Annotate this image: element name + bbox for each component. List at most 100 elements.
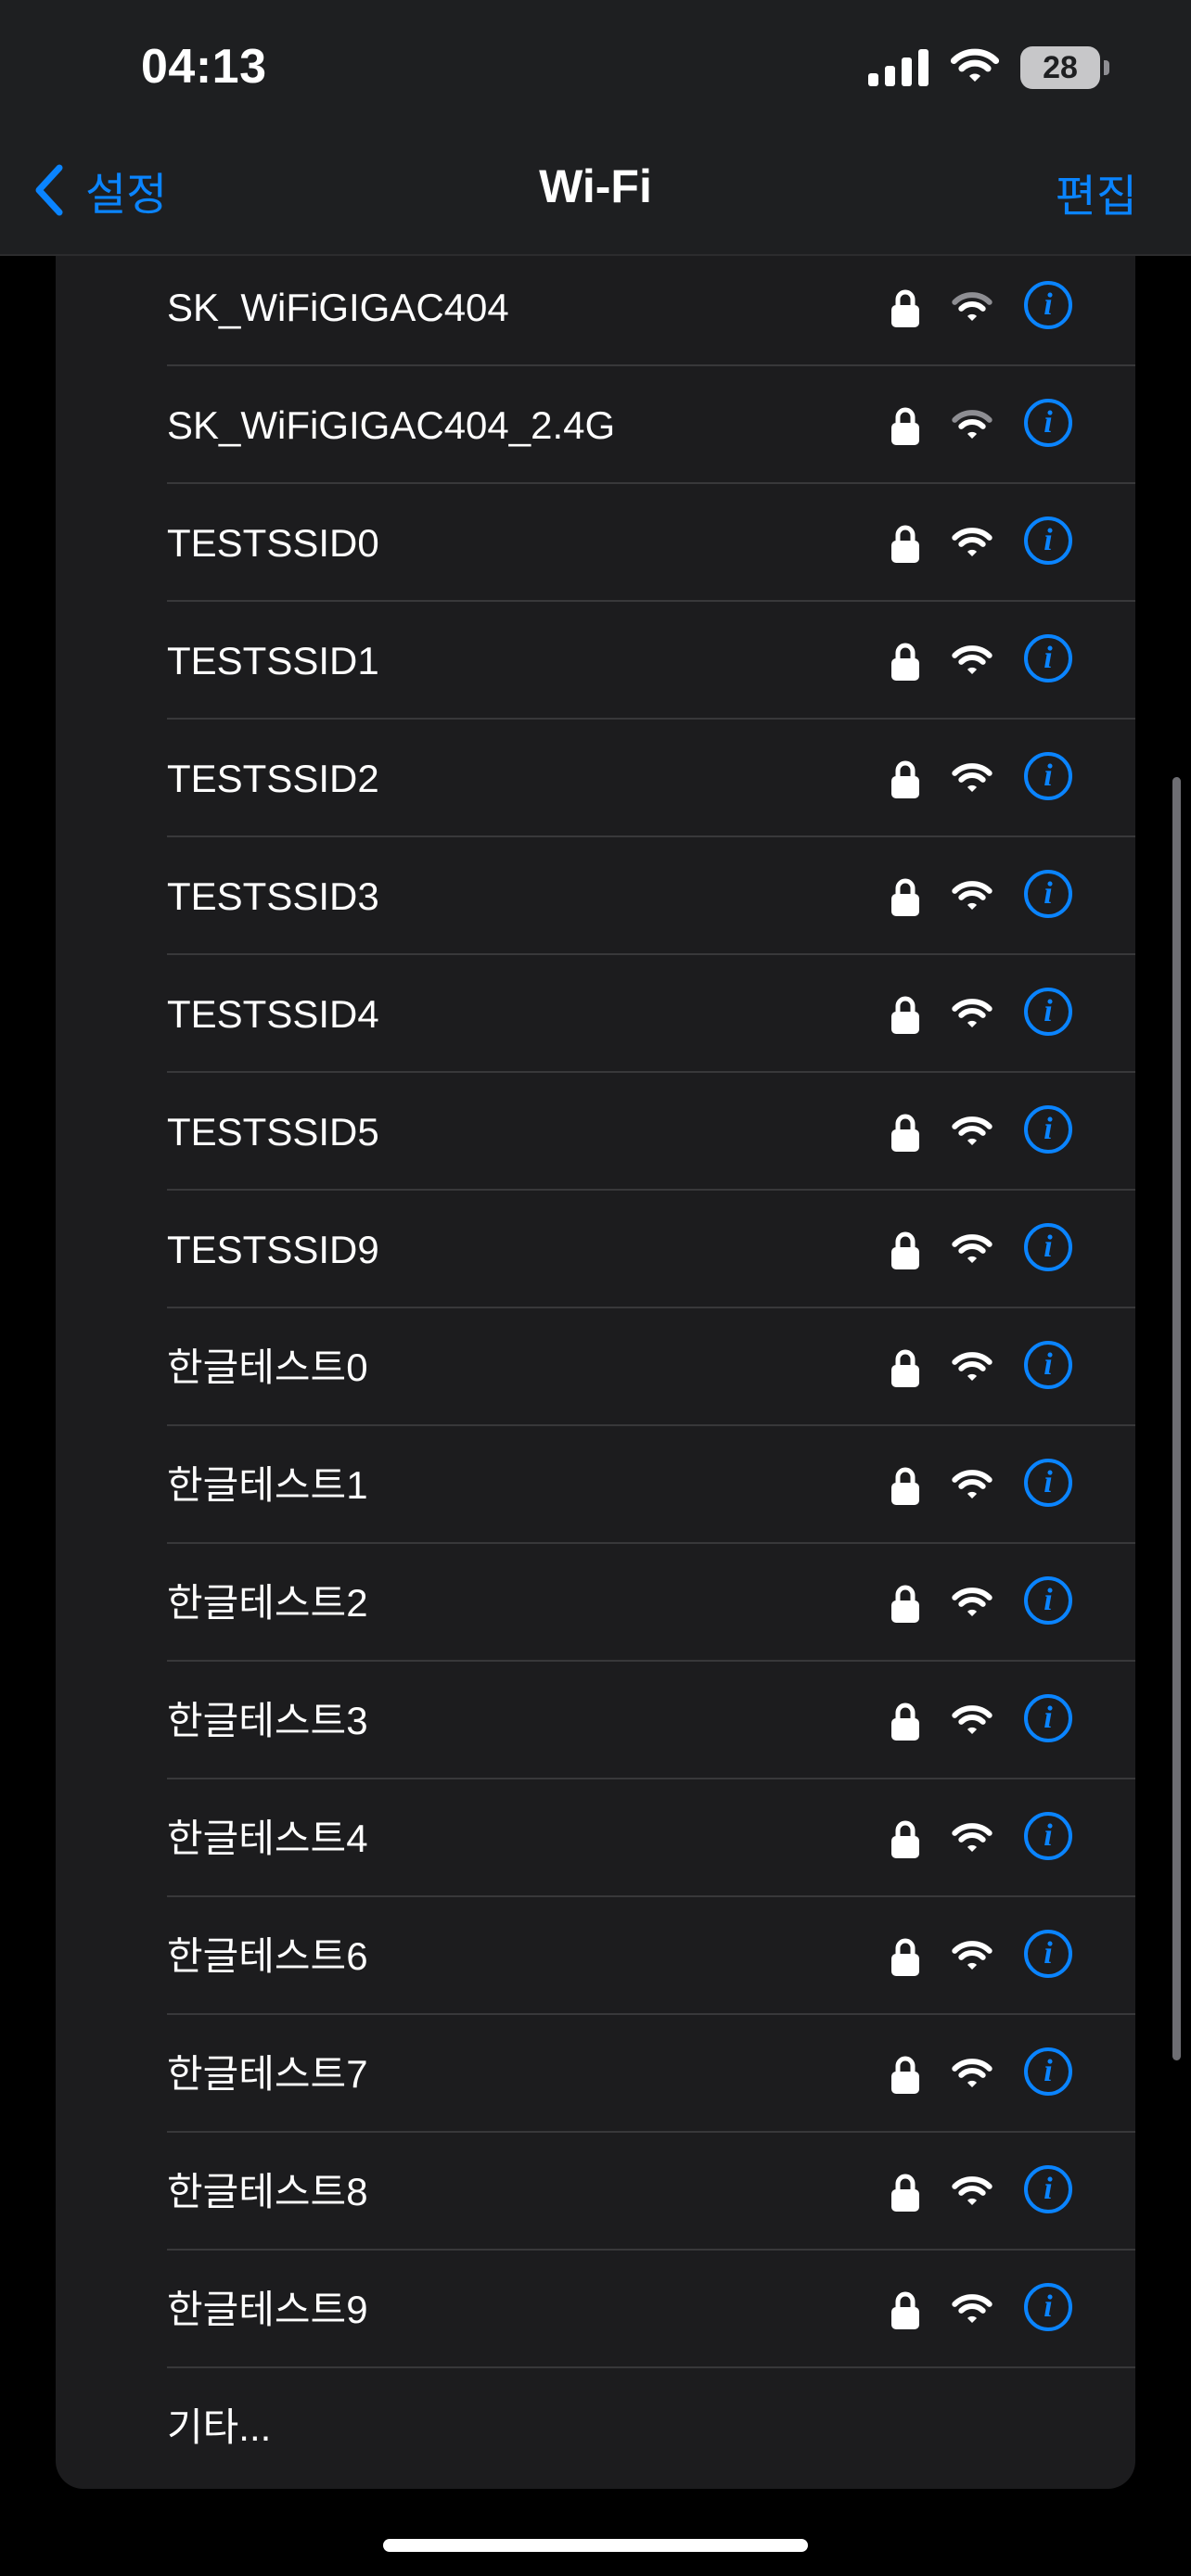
network-row[interactable]: 한글테스트6 i	[56, 1897, 1135, 2015]
wifi-signal-icon	[950, 998, 994, 1036]
network-name: 한글테스트9	[167, 2288, 368, 2331]
info-button[interactable]: i	[1024, 752, 1072, 800]
lock-icon	[890, 2055, 920, 2098]
network-name: TESTSSID2	[167, 757, 379, 800]
network-row[interactable]: 한글테스트1 i	[56, 1426, 1135, 1544]
lock-icon	[890, 524, 920, 567]
info-button[interactable]: i	[1024, 2047, 1072, 2096]
wifi-signal-icon	[950, 1116, 994, 1154]
lock-icon	[890, 995, 920, 1039]
lock-icon	[890, 406, 920, 450]
battery-icon: 28	[1020, 46, 1109, 89]
network-row[interactable]: 한글테스트9 i	[56, 2251, 1135, 2368]
wifi-signal-icon	[950, 2058, 994, 2096]
network-name: 한글테스트2	[167, 1581, 368, 1625]
wifi-signal-icon	[950, 291, 994, 329]
edit-button[interactable]: 편집	[1056, 159, 1137, 224]
wifi-signal-icon	[950, 527, 994, 565]
network-row[interactable]: 한글테스트2 i	[56, 1544, 1135, 1662]
info-button[interactable]: i	[1024, 1341, 1072, 1389]
status-time: 04:13	[141, 40, 267, 94]
other-network-row[interactable]: 기타...	[56, 2368, 1135, 2486]
top-bar: 04:13 28 설정 Wi-Fi 편집	[0, 0, 1191, 256]
info-button[interactable]: i	[1024, 2283, 1072, 2331]
wifi-signal-icon	[950, 1822, 994, 1860]
lock-icon	[890, 2290, 920, 2334]
network-name: TESTSSID5	[167, 1110, 379, 1154]
home-indicator[interactable]	[383, 2539, 808, 2552]
network-row[interactable]: TESTSSID0 i	[56, 484, 1135, 602]
info-button[interactable]: i	[1024, 281, 1072, 329]
network-name: 한글테스트8	[167, 2170, 368, 2213]
info-button[interactable]: i	[1024, 516, 1072, 565]
lock-icon	[890, 1584, 920, 1627]
network-row[interactable]: 한글테스트7 i	[56, 2015, 1135, 2133]
network-name: 한글테스트1	[167, 1463, 368, 1507]
wifi-signal-icon	[950, 1940, 994, 1978]
network-row[interactable]: 한글테스트8 i	[56, 2133, 1135, 2251]
lock-icon	[890, 288, 920, 332]
wifi-signal-icon	[950, 1704, 994, 1742]
status-icons: 28	[868, 46, 1109, 89]
lock-icon	[890, 1702, 920, 1745]
lock-icon	[890, 759, 920, 803]
network-row[interactable]: SK_WiFiGIGAC404 i	[56, 249, 1135, 366]
battery-level: 28	[1043, 49, 1078, 85]
lock-icon	[890, 1231, 920, 1274]
info-button[interactable]: i	[1024, 2165, 1072, 2213]
lock-icon	[890, 1937, 920, 1981]
page-title: Wi-Fi	[539, 160, 652, 212]
network-list: SK_WiFiGIGAC404 i SK_WiFiGIGAC404_2.4G i TES…	[56, 185, 1135, 2489]
network-name: 한글테스트0	[167, 1345, 368, 1389]
wifi-signal-icon	[950, 2293, 994, 2331]
network-name: TESTSSID9	[167, 1228, 379, 1271]
wifi-signal-icon	[950, 2175, 994, 2213]
lock-icon	[890, 1466, 920, 1510]
wifi-signal-icon	[950, 880, 994, 918]
info-button[interactable]: i	[1024, 634, 1072, 682]
network-row[interactable]: 한글테스트0 i	[56, 1308, 1135, 1426]
info-button[interactable]: i	[1024, 1105, 1072, 1154]
network-name: TESTSSID0	[167, 521, 379, 565]
lock-icon	[890, 1113, 920, 1156]
info-button[interactable]: i	[1024, 1694, 1072, 1742]
scroll-indicator[interactable]	[1172, 777, 1181, 2060]
info-button[interactable]: i	[1024, 1576, 1072, 1625]
network-row[interactable]: TESTSSID9 i	[56, 1191, 1135, 1308]
wifi-signal-icon	[950, 1351, 994, 1389]
network-name: TESTSSID1	[167, 639, 379, 682]
info-button[interactable]: i	[1024, 399, 1072, 447]
network-name: 한글테스트4	[167, 1817, 368, 1860]
network-row[interactable]: TESTSSID5 i	[56, 1073, 1135, 1191]
wifi-signal-icon	[950, 644, 994, 682]
network-name: TESTSSID4	[167, 992, 379, 1036]
info-button[interactable]: i	[1024, 1459, 1072, 1507]
battery-cap	[1104, 60, 1109, 75]
info-button[interactable]: i	[1024, 1223, 1072, 1271]
network-row[interactable]: 한글테스트3 i	[56, 1662, 1135, 1779]
info-button[interactable]: i	[1024, 1930, 1072, 1978]
other-network-label: 기타...	[167, 2405, 272, 2449]
network-name: 한글테스트7	[167, 2052, 368, 2096]
lock-icon	[890, 2173, 920, 2216]
network-name: TESTSSID3	[167, 874, 379, 918]
network-row[interactable]: TESTSSID1 i	[56, 602, 1135, 720]
info-button[interactable]: i	[1024, 988, 1072, 1036]
network-name: SK_WiFiGIGAC404_2.4G	[167, 403, 616, 447]
network-name: SK_WiFiGIGAC404	[167, 286, 509, 329]
lock-icon	[890, 1348, 920, 1392]
wifi-signal-icon	[950, 1469, 994, 1507]
wifi-signal-icon	[950, 762, 994, 800]
network-row[interactable]: 한글테스트4 i	[56, 1779, 1135, 1897]
info-button[interactable]: i	[1024, 870, 1072, 918]
wifi-signal-icon	[950, 409, 994, 447]
lock-icon	[890, 1819, 920, 1863]
info-button[interactable]: i	[1024, 1812, 1072, 1860]
cellular-signal-icon	[868, 49, 928, 86]
network-row[interactable]: TESTSSID2 i	[56, 720, 1135, 837]
network-row[interactable]: SK_WiFiGIGAC404_2.4G i	[56, 366, 1135, 484]
network-row[interactable]: TESTSSID3 i	[56, 837, 1135, 955]
wifi-signal-icon	[950, 1233, 994, 1271]
network-row[interactable]: TESTSSID4 i	[56, 955, 1135, 1073]
lock-icon	[890, 877, 920, 921]
